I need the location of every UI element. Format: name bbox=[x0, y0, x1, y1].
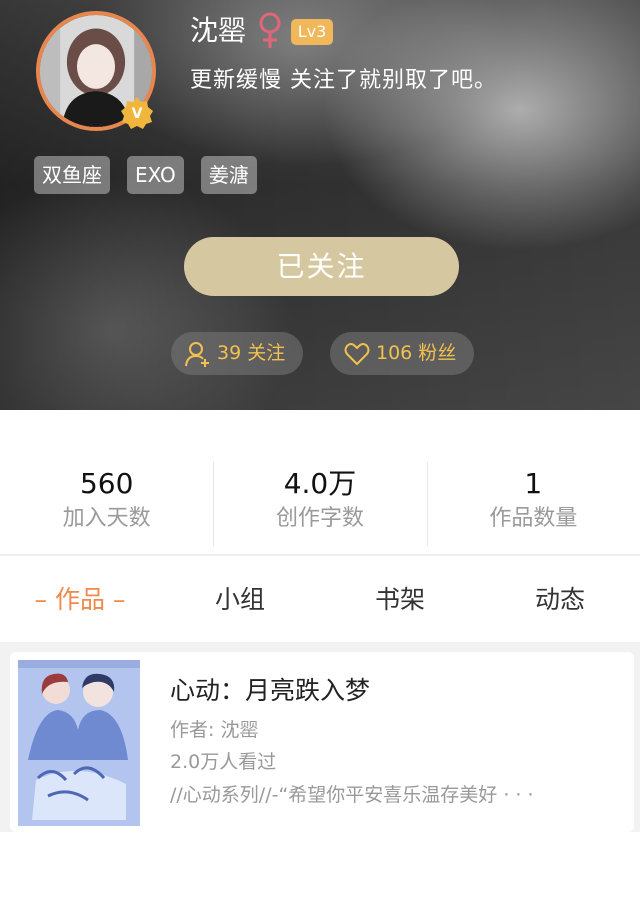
followed-button[interactable]: 已关注 bbox=[184, 237, 459, 296]
stat-label: 创作字数 bbox=[275, 506, 364, 531]
tab-groups[interactable]: 小组 bbox=[160, 556, 320, 642]
stat-value: 4.0万 bbox=[283, 467, 357, 500]
stat-label: 作品数量 bbox=[489, 506, 578, 531]
book-title[interactable]: 心动：月亮跌入梦 bbox=[170, 674, 370, 708]
stat-value: 560 bbox=[79, 467, 134, 500]
tab-works[interactable]: – 作品 – bbox=[0, 556, 160, 642]
stat-works-count: 1 作品数量 bbox=[426, 410, 640, 554]
tab-bar: – 作品 – 小组 书架 动态 bbox=[0, 556, 640, 642]
book-cover-image bbox=[18, 660, 140, 826]
tag[interactable]: EXO bbox=[127, 156, 184, 194]
tab-bookshelf[interactable]: 书架 bbox=[320, 556, 480, 642]
book-card[interactable]: 心动：月亮跌入梦 作者: 沈罂 2.0万人看过 //心动系列//-“希望你平安喜… bbox=[10, 652, 634, 832]
following-count: 39 关注 bbox=[217, 342, 286, 364]
heart-icon bbox=[344, 342, 370, 365]
bio-text: 更新缓慢 关注了就别取了吧。 bbox=[190, 68, 497, 93]
stat-value: 1 bbox=[524, 467, 543, 500]
tag-list: 双鱼座 EXO 姜溏 bbox=[34, 156, 257, 194]
fans-count: 106 粉丝 bbox=[376, 342, 457, 364]
stat-label: 加入天数 bbox=[62, 506, 151, 531]
following-count-button[interactable]: 39 关注 bbox=[171, 332, 303, 375]
svg-text:V: V bbox=[132, 106, 143, 122]
book-cover[interactable] bbox=[18, 660, 140, 826]
stats-bar: 560 加入天数 4.0万 创作字数 1 作品数量 bbox=[0, 410, 640, 554]
tab-activity[interactable]: 动态 bbox=[480, 556, 640, 642]
bottom-spacer bbox=[0, 832, 640, 908]
stat-join-days: 560 加入天数 bbox=[0, 410, 213, 554]
add-user-icon bbox=[185, 341, 209, 367]
tag[interactable]: 双鱼座 bbox=[34, 156, 110, 194]
username: 沈罂 bbox=[190, 14, 247, 47]
stat-word-count: 4.0万 创作字数 bbox=[213, 410, 426, 554]
tag[interactable]: 姜溏 bbox=[200, 156, 257, 194]
profile-header: V 沈罂 Lv3 更新缓慢 关注了就别取了吧。 双鱼座 EXO 姜溏 已关注 3… bbox=[0, 0, 640, 410]
female-symbol-icon bbox=[259, 12, 281, 48]
book-description: //心动系列//-“希望你平安喜乐温存美好 · · · bbox=[170, 784, 534, 806]
fans-count-button[interactable]: 106 粉丝 bbox=[330, 332, 474, 375]
level-badge: Lv3 bbox=[291, 19, 333, 45]
book-author: 作者: 沈罂 bbox=[170, 719, 259, 741]
verified-badge-icon: V bbox=[121, 97, 153, 129]
book-views: 2.0万人看过 bbox=[170, 751, 277, 773]
